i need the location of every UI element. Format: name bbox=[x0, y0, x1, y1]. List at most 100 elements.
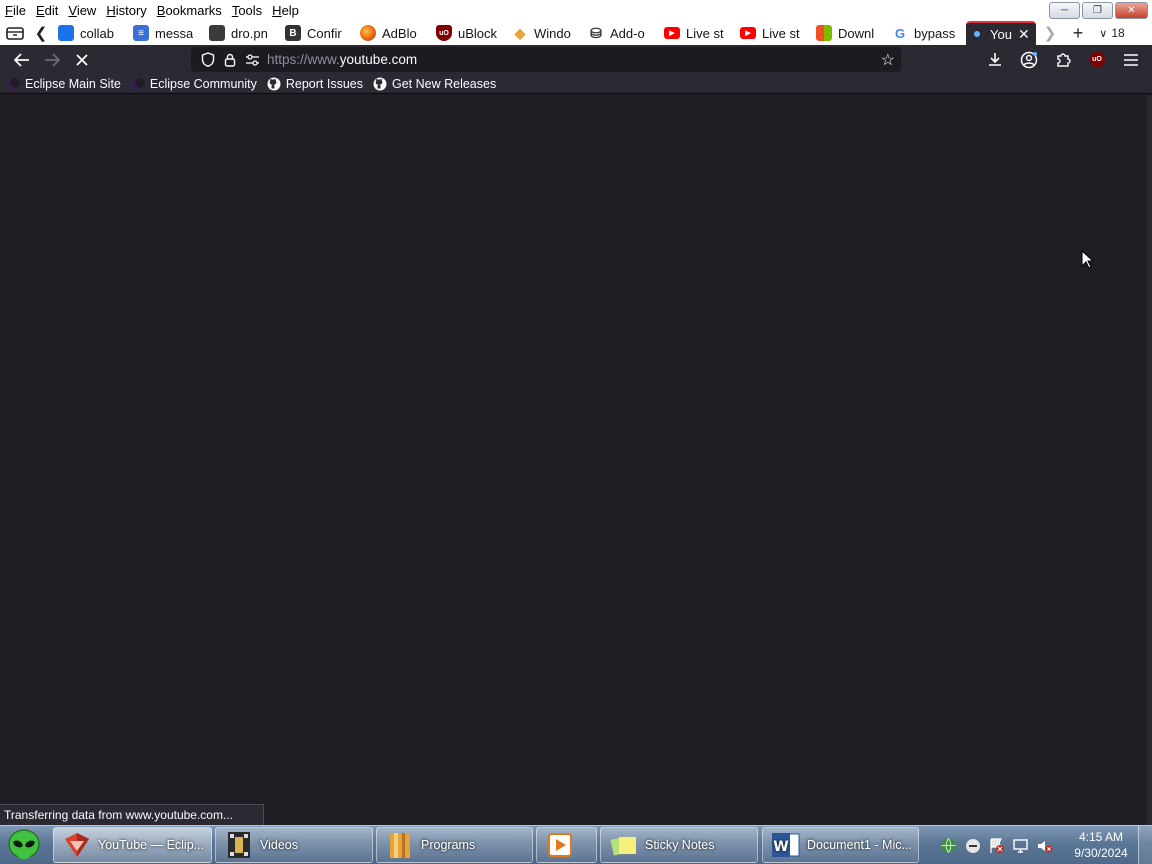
display-icon[interactable] bbox=[1012, 837, 1029, 854]
stop-loading-button[interactable] bbox=[67, 46, 97, 74]
eclipse-icon bbox=[6, 77, 20, 91]
menu-file[interactable]: File bbox=[0, 0, 31, 21]
tab-active[interactable]: You ✕ bbox=[966, 21, 1036, 45]
scroll-tabs-right-button[interactable]: ❯ bbox=[1036, 21, 1064, 45]
bookmark-label: Eclipse Community bbox=[149, 76, 257, 91]
ublock-button[interactable]: uO bbox=[1082, 46, 1112, 74]
page-content[interactable] bbox=[0, 95, 1147, 825]
tracking-protection-icon[interactable] bbox=[197, 52, 219, 67]
start-button[interactable] bbox=[0, 826, 48, 864]
app-menu-button[interactable] bbox=[1116, 46, 1146, 74]
volume-muted-icon[interactable] bbox=[1036, 837, 1053, 854]
youtube-icon: ▶ bbox=[664, 27, 680, 39]
tab-item[interactable]: uO uBlock bbox=[430, 21, 506, 45]
chevron-left-icon: ❮ bbox=[34, 25, 48, 42]
clock[interactable]: 4:15 AM 9/30/2024 bbox=[1068, 829, 1134, 861]
bookmark-label: Get New Releases bbox=[391, 76, 497, 91]
programs-folder-icon bbox=[385, 830, 415, 860]
task-videos[interactable]: Videos bbox=[215, 827, 373, 863]
tab-item[interactable]: Gbypass bbox=[886, 21, 962, 45]
youtube-icon: ▶ bbox=[740, 27, 756, 39]
network-globe-icon[interactable] bbox=[940, 837, 957, 854]
google-icon: G bbox=[894, 25, 906, 41]
downloads-button[interactable] bbox=[980, 46, 1010, 74]
navigation-bar: https://www.youtube.com ☆ uO bbox=[0, 45, 1152, 74]
action-center-flag-icon[interactable] bbox=[988, 837, 1005, 854]
url-bar[interactable]: https://www.youtube.com ☆ bbox=[191, 47, 901, 72]
account-button[interactable] bbox=[1014, 46, 1044, 74]
back-button[interactable] bbox=[7, 46, 37, 74]
menu-help[interactable]: Help bbox=[267, 0, 304, 21]
image-icon bbox=[209, 25, 225, 41]
tab-count: 18 bbox=[1111, 26, 1125, 40]
doc-icon: ≡ bbox=[133, 25, 149, 41]
task-browser[interactable]: YouTube — Eclip... bbox=[53, 827, 212, 863]
tab-title: Live st bbox=[762, 25, 800, 41]
url-text: https://www.youtube.com bbox=[267, 52, 417, 67]
alien-start-icon bbox=[8, 828, 40, 859]
tab-item[interactable]: Downl bbox=[810, 21, 886, 45]
firefox-view-icon bbox=[6, 27, 24, 40]
tab-item[interactable]: ▶ Live st bbox=[734, 21, 810, 45]
bookmark-eclipse-main-site[interactable]: Eclipse Main Site bbox=[6, 77, 121, 91]
task-label: Document1 - Mic... bbox=[807, 838, 912, 852]
system-tray bbox=[940, 826, 1053, 864]
bookmarks-toolbar: Eclipse Main Site Eclipse Community Repo… bbox=[0, 74, 1152, 94]
extensions-button[interactable] bbox=[1048, 46, 1078, 74]
tab-item[interactable]: collab bbox=[52, 21, 127, 45]
task-programs[interactable]: Programs bbox=[376, 827, 533, 863]
tab-item[interactable]: ◆ Windo bbox=[506, 21, 582, 45]
tab-item[interactable]: ≡ messa bbox=[127, 21, 203, 45]
tab-item[interactable]: AdBlo bbox=[354, 21, 430, 45]
tab-title: Live st bbox=[686, 25, 724, 41]
tab-item[interactable]: ▶ Live st bbox=[658, 21, 734, 45]
bookmark-label: Eclipse Main Site bbox=[25, 76, 121, 91]
tab-title: uBlock bbox=[458, 25, 498, 41]
clock-time: 4:15 AM bbox=[1078, 830, 1124, 844]
menu-bookmarks[interactable]: Bookmarks bbox=[152, 0, 227, 21]
window-controls: ─ ❐ ✕ bbox=[1049, 2, 1148, 19]
bookmark-get-new-releases[interactable]: Get New Releases bbox=[373, 77, 496, 91]
bookmark-eclipse-community[interactable]: Eclipse Community bbox=[131, 77, 257, 91]
chevron-right-icon: ❯ bbox=[1043, 25, 1057, 42]
scroll-tabs-left-button[interactable]: ❮ bbox=[30, 21, 52, 45]
restore-button[interactable]: ❐ bbox=[1082, 2, 1113, 19]
task-media-player[interactable] bbox=[536, 827, 597, 863]
list-all-tabs-button[interactable]: ∨ 18 bbox=[1092, 21, 1132, 45]
show-desktop-button[interactable] bbox=[1138, 826, 1152, 864]
bookmark-report-issues[interactable]: Report Issues bbox=[267, 77, 363, 91]
lock-icon[interactable] bbox=[219, 53, 241, 67]
url-domain: youtube.com bbox=[339, 52, 418, 67]
tab-item[interactable]: dro.pn bbox=[203, 21, 279, 45]
firefox-icon bbox=[360, 25, 376, 41]
menu-history[interactable]: History bbox=[101, 0, 151, 21]
plus-icon: + bbox=[1072, 22, 1084, 43]
forward-button[interactable] bbox=[37, 46, 67, 74]
firefox-view-button[interactable] bbox=[0, 21, 30, 45]
new-tab-button[interactable]: + bbox=[1064, 21, 1092, 45]
diamond-icon: ◆ bbox=[514, 24, 526, 41]
task-word-document[interactable]: W Document1 - Mic... bbox=[762, 827, 919, 863]
task-label: Sticky Notes bbox=[645, 838, 715, 852]
ublock-icon: uO bbox=[436, 25, 452, 41]
bookmark-star-icon[interactable]: ☆ bbox=[881, 50, 895, 70]
menu-tools[interactable]: Tools bbox=[227, 0, 267, 21]
permissions-icon[interactable] bbox=[241, 53, 263, 66]
tab-list: collab ≡ messa dro.pn B Confir AdBlo uO uBlock ◆ W… bbox=[52, 21, 962, 45]
menu-edit[interactable]: Edit bbox=[31, 0, 63, 21]
task-sticky-notes[interactable]: Sticky Notes bbox=[600, 827, 758, 863]
b-icon: B bbox=[285, 25, 301, 41]
bookmark-label: Report Issues bbox=[285, 76, 363, 91]
close-window-button[interactable]: ✕ bbox=[1115, 2, 1148, 19]
tab-item[interactable]: B Confir bbox=[279, 21, 354, 45]
tab-item[interactable]: ⛁ Add-o bbox=[582, 21, 658, 45]
tab-strip: ❮ collab ≡ messa dro.pn B Confir AdBlo uO uBlock… bbox=[0, 21, 1152, 45]
sync-icon[interactable] bbox=[964, 837, 981, 854]
scrollbar[interactable] bbox=[1147, 95, 1152, 825]
close-tab-icon[interactable]: ✕ bbox=[1018, 26, 1030, 43]
tab-title: AdBlo bbox=[382, 25, 417, 41]
url-prefix: https://www. bbox=[267, 52, 340, 67]
clock-date: 9/30/2024 bbox=[1074, 846, 1128, 860]
menu-view[interactable]: View bbox=[63, 0, 101, 21]
minimize-button[interactable]: ─ bbox=[1049, 2, 1080, 19]
